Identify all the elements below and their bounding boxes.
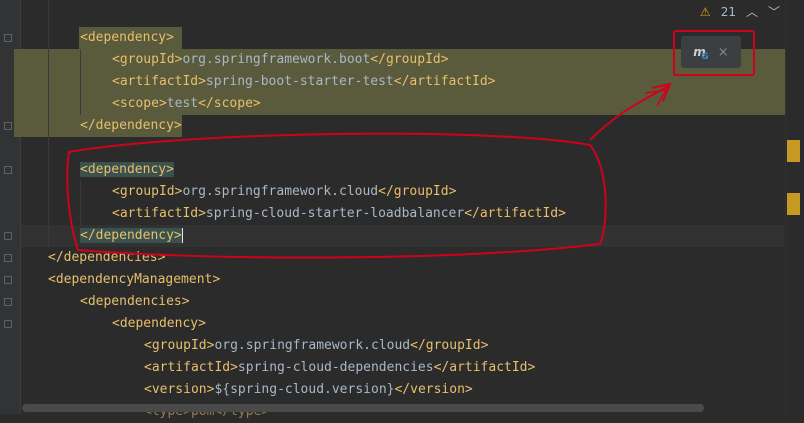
indent-guide (80, 49, 81, 115)
code-line[interactable]: <dependency> (80, 159, 174, 181)
code-line[interactable]: <groupId>org.springframework.cloud</grou… (144, 335, 488, 357)
code-line[interactable]: </dependency> (80, 225, 183, 247)
code-line[interactable]: </dependency> (80, 115, 182, 137)
code-line[interactable]: <groupId>org.springframework.boot</group… (112, 49, 449, 71)
fold-marker[interactable] (4, 166, 12, 174)
code-line[interactable]: <dependencies> (80, 291, 190, 313)
code-line[interactable]: <dependencyManagement> (48, 269, 220, 291)
maven-load-changes-popup[interactable]: mG × (681, 36, 741, 68)
code-line[interactable]: <dependency> (80, 27, 174, 49)
code-line[interactable]: <version>${spring-cloud.version}</versio… (144, 379, 473, 401)
fold-marker[interactable] (4, 34, 12, 42)
code-line[interactable]: <scope>test</scope> (112, 93, 261, 115)
indent-guide (48, 0, 49, 247)
indent-guide (80, 181, 81, 225)
fold-marker[interactable] (4, 320, 12, 328)
code-line[interactable]: <groupId>org.springframework.cloud</grou… (112, 181, 456, 203)
warning-count[interactable]: 21 (721, 5, 736, 19)
vertical-scrollbar[interactable] (785, 0, 804, 414)
scroll-marker[interactable] (787, 193, 800, 215)
code-line[interactable]: <artifactId>spring-boot-starter-test</ar… (112, 71, 496, 93)
maven-load-changes-icon[interactable]: mG (693, 45, 708, 62)
code-line[interactable]: </dependencies> (48, 247, 165, 269)
code-line[interactable]: <artifactId>spring-cloud-starter-loadbal… (112, 203, 566, 225)
text-caret (181, 228, 183, 243)
inspection-widget[interactable]: ⚠ 21 ︿ ﹀ (700, 3, 780, 20)
code-line[interactable]: <dependency> (112, 313, 206, 335)
code-line[interactable]: <artifactId>spring-cloud-dependencies</a… (144, 357, 535, 379)
fold-marker[interactable] (4, 122, 12, 130)
horizontal-scrollbar[interactable] (22, 404, 704, 412)
close-icon[interactable]: × (718, 45, 729, 60)
chevron-up-icon[interactable]: ︿ (746, 3, 758, 20)
fold-marker[interactable] (4, 232, 12, 240)
fold-marker[interactable] (4, 254, 12, 262)
fold-marker[interactable] (4, 276, 12, 284)
chevron-down-icon[interactable]: ﹀ (768, 3, 780, 20)
scroll-marker[interactable] (787, 140, 800, 162)
warning-icon[interactable]: ⚠ (700, 5, 711, 19)
fold-marker[interactable] (4, 298, 12, 306)
